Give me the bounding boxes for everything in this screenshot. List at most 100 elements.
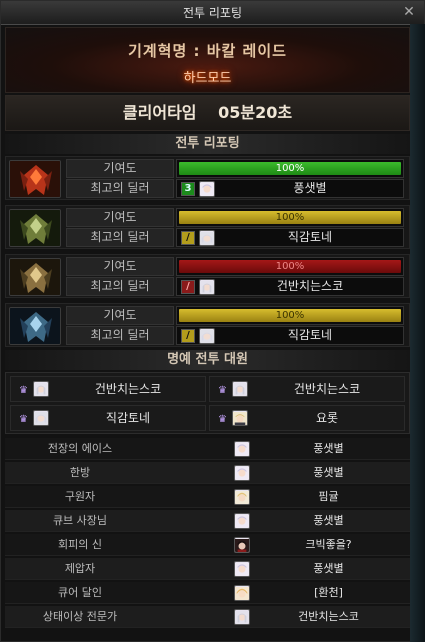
award-winner: 핌귤 bbox=[318, 490, 339, 503]
contribution-label: 기여도 bbox=[66, 208, 174, 227]
avatar-icon bbox=[232, 410, 248, 426]
background-game-scene bbox=[410, 24, 425, 642]
green-dragon-emblem-icon bbox=[9, 209, 61, 247]
rank-tag: / bbox=[181, 329, 195, 343]
clear-time-label: 클리어타임 bbox=[122, 103, 197, 122]
contribution-fill: 100% bbox=[179, 162, 401, 175]
best-dealer-label: 최고의 딜러 bbox=[66, 326, 174, 345]
contribution-fill: 100% bbox=[179, 211, 401, 224]
best-dealer-label: 최고의 딜러 bbox=[66, 179, 174, 198]
avatar-icon bbox=[199, 181, 215, 197]
award-winner: 크빅좋을? bbox=[305, 538, 352, 551]
honor-member-name: 직감토네 bbox=[105, 411, 151, 425]
avatar-icon bbox=[33, 381, 49, 397]
clear-time-value: 05분20초 bbox=[218, 103, 293, 122]
contribution-bar: 100% bbox=[176, 208, 404, 227]
dealer-name: 직감토네 bbox=[287, 230, 333, 244]
rank-tag: / bbox=[181, 280, 195, 294]
dealer-name: 풍샛별 bbox=[293, 181, 327, 195]
title-bar[interactable]: 전투 리포팅 ✕ bbox=[1, 1, 424, 25]
dealer-name: 건반치는스코 bbox=[276, 279, 344, 293]
dealer-name: 직감토네 bbox=[287, 328, 333, 342]
honor-heading: 명예 전투 대원 bbox=[5, 350, 410, 370]
avatar-icon bbox=[234, 585, 250, 601]
contribution-fill: 100% bbox=[179, 260, 401, 273]
avatar-icon bbox=[234, 441, 250, 457]
contribution-bar: 100% bbox=[176, 257, 404, 276]
honor-member: ♛ 요롯 bbox=[209, 405, 405, 431]
party-row: 기여도 최고의 딜러 100% / 직감토네 bbox=[5, 303, 410, 347]
honor-members: ♛ 건반치는스코 ♛ 건반치는스코 ♛ 직감토네 ♛ 요롯 bbox=[5, 372, 410, 434]
award-winner: 풍샛별 bbox=[313, 562, 344, 575]
best-dealer: / 직감토네 bbox=[176, 228, 404, 247]
honor-member: ♛ 건반치는스코 bbox=[10, 376, 206, 402]
avatar-icon bbox=[234, 561, 250, 577]
award-title: 제압자 bbox=[64, 562, 96, 575]
award-row: 큐어 달인 [환천] bbox=[5, 582, 410, 604]
award-winner: 풍샛별 bbox=[313, 466, 344, 479]
gold-dragon-emblem-icon bbox=[9, 258, 61, 296]
avatar-icon bbox=[199, 230, 215, 246]
award-winner: 풍샛별 bbox=[313, 442, 344, 455]
difficulty-mode: 하드모드 bbox=[183, 71, 232, 86]
award-title: 전장의 에이스 bbox=[47, 442, 113, 455]
contribution-value: 100% bbox=[275, 310, 305, 321]
award-row: 큐브 사장님 풍샛별 bbox=[5, 510, 410, 532]
honor-member-name: 요롯 bbox=[315, 411, 339, 425]
rank-tag: / bbox=[181, 231, 195, 245]
award-winner: 풍샛별 bbox=[313, 514, 344, 527]
avatar-icon bbox=[232, 381, 248, 397]
award-title: 회피의 신 bbox=[58, 538, 102, 551]
honor-member: ♛ 건반치는스코 bbox=[209, 376, 405, 402]
contribution-bar: 100% bbox=[176, 306, 404, 325]
contribution-fill: 100% bbox=[179, 309, 401, 322]
battle-report-heading: 전투 리포팅 bbox=[5, 134, 410, 154]
best-dealer: / 직감토네 bbox=[176, 326, 404, 345]
crown-icon: ♛ bbox=[218, 385, 227, 396]
award-winner: 건반치는스코 bbox=[298, 610, 359, 623]
contribution-value: 100% bbox=[275, 163, 305, 174]
clear-time: 클리어타임 05분20초 bbox=[5, 95, 410, 131]
rank-tag: 3 bbox=[181, 182, 195, 196]
avatar-icon bbox=[234, 513, 250, 529]
honor-member-name: 건반치는스코 bbox=[293, 382, 361, 396]
award-title: 큐브 사장님 bbox=[52, 514, 108, 527]
avatar-icon bbox=[234, 489, 250, 505]
avatar-icon bbox=[199, 328, 215, 344]
award-row: 한방 풍샛별 bbox=[5, 462, 410, 484]
contribution-label: 기여도 bbox=[66, 257, 174, 276]
contribution-value: 100% bbox=[275, 212, 305, 223]
raid-name: 기계혁명 : 바칼 레이드 bbox=[128, 42, 287, 60]
award-title: 상태이상 전문가 bbox=[42, 610, 118, 623]
award-title: 큐어 달인 bbox=[58, 586, 102, 599]
award-row: 제압자 풍샛별 bbox=[5, 558, 410, 580]
contribution-label: 기여도 bbox=[66, 306, 174, 325]
best-dealer: / 건반치는스코 bbox=[176, 277, 404, 296]
honor-member-name: 건반치는스코 bbox=[94, 382, 162, 396]
contribution-value: 100% bbox=[275, 261, 305, 272]
close-icon[interactable]: ✕ bbox=[400, 3, 418, 21]
party-row: 기여도 최고의 딜러 100% / 건반치는스코 bbox=[5, 254, 410, 298]
honor-member: ♛ 직감토네 bbox=[10, 405, 206, 431]
contribution-label: 기여도 bbox=[66, 159, 174, 178]
avatar-icon bbox=[234, 609, 250, 625]
crown-icon: ♛ bbox=[218, 414, 227, 425]
blue-dragon-emblem-icon bbox=[9, 307, 61, 345]
party-row: 기여도 최고의 딜러 100% / 직감토네 bbox=[5, 205, 410, 249]
award-row: 회피의 신 크빅좋을? bbox=[5, 534, 410, 556]
award-title: 한방 bbox=[69, 466, 91, 479]
window-title: 전투 리포팅 bbox=[182, 6, 242, 20]
best-dealer-label: 최고의 딜러 bbox=[66, 277, 174, 296]
crown-icon: ♛ bbox=[19, 385, 28, 396]
best-dealer-label: 최고의 딜러 bbox=[66, 228, 174, 247]
award-row: 상태이상 전문가 건반치는스코 bbox=[5, 606, 410, 628]
contribution-bar: 100% bbox=[176, 159, 404, 178]
award-winner: [환천] bbox=[314, 586, 343, 599]
battle-report-window: 전투 리포팅 ✕ 기계혁명 : 바칼 레이드 하드모드 클리어타임 05분20초… bbox=[0, 0, 425, 642]
crown-icon: ♛ bbox=[19, 414, 28, 425]
best-dealer: 3 풍샛별 bbox=[176, 179, 404, 198]
avatar-icon bbox=[33, 410, 49, 426]
avatar-icon bbox=[234, 537, 250, 553]
raid-header: 기계혁명 : 바칼 레이드 하드모드 bbox=[5, 27, 410, 93]
red-dragon-emblem-icon bbox=[9, 160, 61, 198]
